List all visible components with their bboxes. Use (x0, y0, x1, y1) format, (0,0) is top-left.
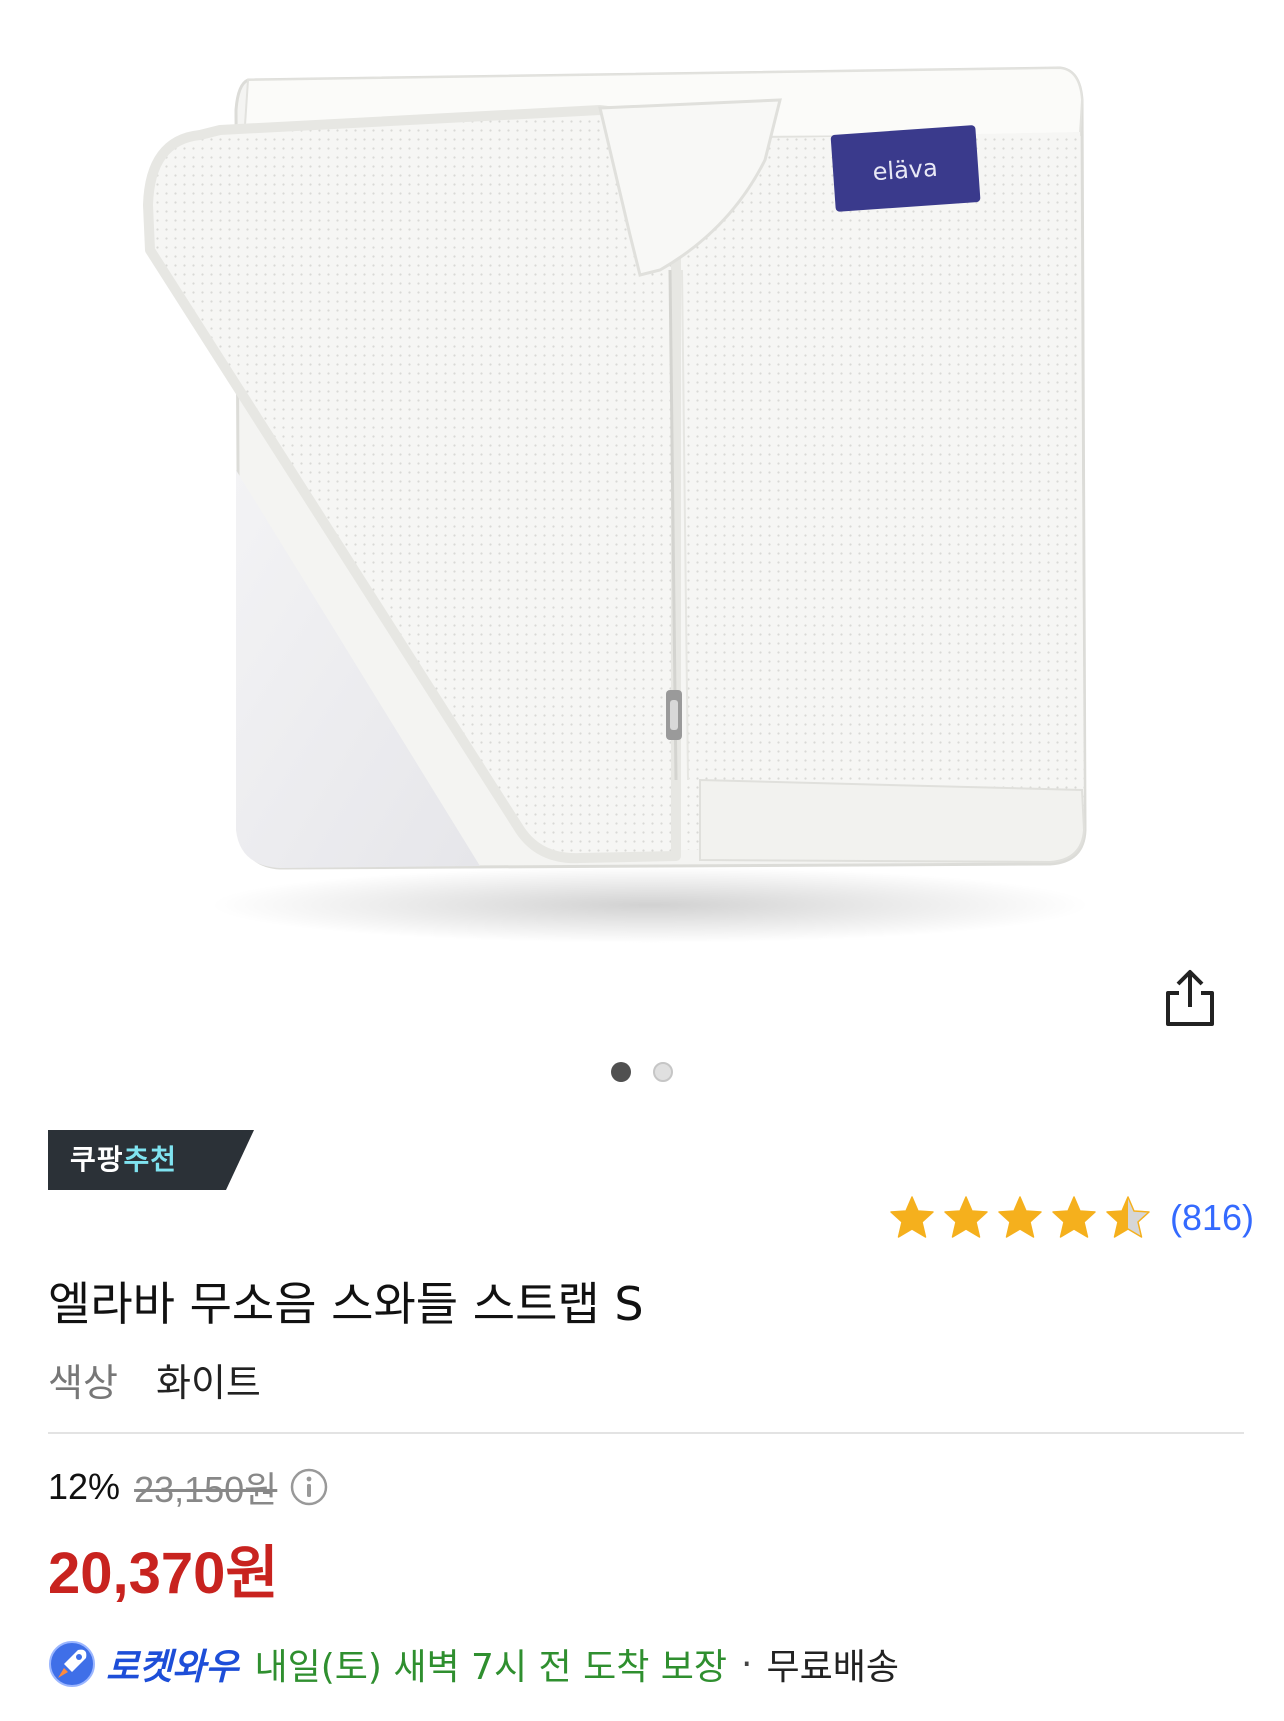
carousel-dot-active[interactable] (611, 1062, 631, 1082)
divider (48, 1432, 1244, 1434)
brand-label: eläva (872, 154, 939, 186)
product-option: 색상 화이트 (48, 1352, 261, 1407)
swaddle-strap-illustration: eläva (143, 66, 1090, 943)
rocket-wow-label: 로켓와우 (106, 1647, 239, 1688)
star-icon (944, 1196, 988, 1238)
carousel-indicator (0, 1062, 1284, 1082)
discount-rate: 12% (48, 1466, 121, 1507)
star-icon (1106, 1196, 1150, 1238)
badge-text-coupang: 쿠팡 (70, 1143, 124, 1176)
option-value: 화이트 (156, 1361, 261, 1405)
coupang-recommend-badge: 쿠팡추천 (48, 1130, 254, 1190)
delivery-info: 로켓와우 내일(토) 새벽 7시 전 도착 보장 · 무료배송 (48, 1634, 899, 1694)
carousel-dot[interactable] (653, 1062, 673, 1082)
product-image[interactable]: eläva (0, 0, 1284, 1040)
original-price: 23,150원 (134, 1469, 278, 1510)
share-icon (1166, 970, 1214, 1026)
review-count-link[interactable]: (816) (1170, 1197, 1254, 1239)
product-title: 엘라바 무소음 스와들 스트랩 S (48, 1277, 644, 1331)
free-shipping: 무료배송 (766, 1647, 899, 1688)
price-row: 12% 23,150원 (48, 1462, 329, 1512)
star-icon (998, 1196, 1042, 1238)
share-button[interactable] (1158, 964, 1222, 1032)
delivery-eta: 내일(토) 새벽 7시 전 도착 보장 (254, 1647, 728, 1688)
star-icon (1052, 1196, 1096, 1238)
badge-text-recommend: 추천 (123, 1143, 178, 1176)
star-icon (890, 1196, 934, 1238)
rocket-icon (49, 1641, 95, 1687)
rating[interactable]: (816) (888, 1190, 1254, 1246)
option-label: 색상 (48, 1361, 118, 1405)
sale-price: 20,370원 (48, 1541, 279, 1606)
star-rating (888, 1194, 1152, 1242)
info-icon[interactable] (289, 1467, 329, 1507)
separator: · (741, 1643, 753, 1685)
